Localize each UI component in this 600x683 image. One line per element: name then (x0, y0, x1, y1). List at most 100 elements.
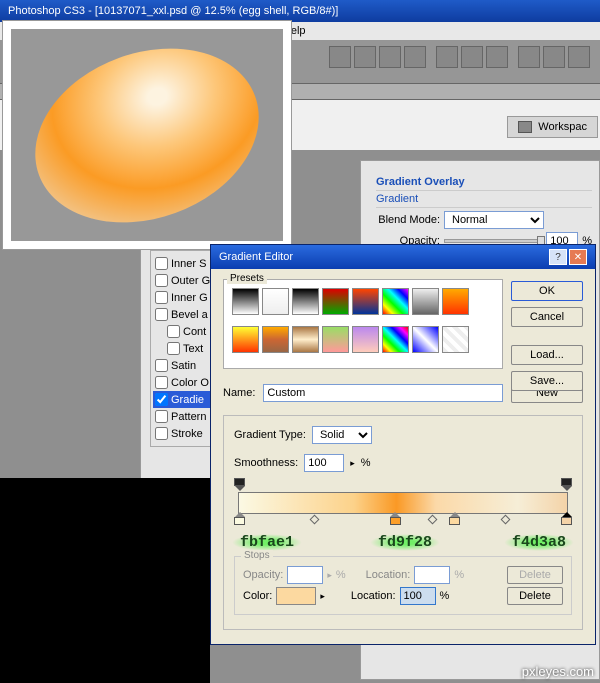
layer-style-checkbox[interactable] (155, 308, 168, 321)
layer-style-label: Text (183, 343, 203, 355)
app-title: Photoshop CS3 - [10137071_xxl.psd @ 12.5… (8, 5, 338, 17)
save-button[interactable]: Save... (511, 371, 583, 391)
layer-style-checkbox[interactable] (155, 410, 168, 423)
color-stop-1[interactable] (234, 512, 245, 525)
toolbar-icon[interactable] (461, 46, 483, 68)
stop-opacity-label: Opacity: (243, 569, 283, 581)
layer-style-label: Gradie (171, 394, 204, 406)
preset-swatch[interactable] (442, 326, 469, 353)
layer-style-label: Satin (171, 360, 196, 372)
stop-location-unit-1: % (454, 569, 464, 581)
presets-box (223, 279, 503, 369)
workspace-icon (518, 121, 532, 133)
preset-swatch[interactable] (322, 326, 349, 353)
layer-style-label: Inner S (171, 258, 206, 270)
smoothness-unit: % (361, 457, 371, 469)
smoothness-label: Smoothness: (234, 457, 298, 469)
blend-mode-label: Blend Mode: (376, 214, 440, 226)
preset-swatch[interactable] (352, 326, 379, 353)
preset-swatch[interactable] (412, 288, 439, 315)
gradient-type-select[interactable]: Solid (312, 426, 372, 444)
layer-style-label: Stroke (171, 428, 203, 440)
toolbar-icon[interactable] (404, 46, 426, 68)
toolbar-icon[interactable] (518, 46, 540, 68)
preset-swatch[interactable] (382, 288, 409, 315)
stop-location-unit-2: % (440, 590, 450, 602)
gradient-subtitle: Gradient (376, 193, 592, 208)
layer-style-checkbox[interactable] (155, 359, 168, 372)
layer-style-checkbox[interactable] (167, 342, 180, 355)
layer-style-label: Color O (171, 377, 209, 389)
preset-swatch[interactable] (262, 326, 289, 353)
layer-style-checkbox[interactable] (155, 274, 168, 287)
layer-style-label: Cont (183, 326, 206, 338)
help-button[interactable]: ? (549, 249, 567, 265)
layer-style-checkbox[interactable] (155, 376, 168, 389)
stop-location-label-1: Location: (366, 569, 411, 581)
stop-opacity-unit: % (336, 569, 346, 581)
layer-style-label: Inner G (171, 292, 208, 304)
preset-swatch[interactable] (232, 326, 259, 353)
preset-swatch[interactable] (352, 288, 379, 315)
color-stop-2[interactable] (390, 512, 401, 525)
workspace-button[interactable]: Workspac (507, 116, 598, 138)
opacity-stop-right[interactable] (561, 478, 572, 491)
toolbar-icon[interactable] (543, 46, 565, 68)
hex-label-2: fd9f28 (370, 534, 440, 551)
close-button[interactable]: ✕ (569, 249, 587, 265)
toolbar-icon[interactable] (568, 46, 590, 68)
stop-location-input-2[interactable] (400, 587, 436, 605)
layer-style-checkbox[interactable] (155, 257, 168, 270)
name-input[interactable] (263, 384, 503, 402)
load-button[interactable]: Load... (511, 345, 583, 365)
toolbar-icon[interactable] (379, 46, 401, 68)
preset-swatch[interactable] (232, 288, 259, 315)
preset-swatch[interactable] (322, 288, 349, 315)
color-stop-3[interactable] (449, 512, 460, 525)
gradient-overlay-panel: Gradient Overlay Gradient Blend Mode: No… (370, 170, 598, 245)
preset-swatch[interactable] (442, 288, 469, 315)
stop-color-label: Color: (243, 590, 272, 602)
dialog-title: Gradient Editor (219, 251, 293, 263)
stop-location-input-1 (414, 566, 450, 584)
name-label: Name: (223, 387, 255, 399)
stop-location-label-2: Location: (351, 590, 396, 602)
layer-style-checkbox[interactable] (167, 325, 180, 338)
preset-swatch[interactable] (292, 326, 319, 353)
stops-title: Stops (241, 550, 273, 561)
opacity-stop-left[interactable] (234, 478, 245, 491)
delete-color-stop[interactable]: Delete (507, 587, 563, 605)
workspace-label: Workspac (538, 121, 587, 133)
gradient-type-label: Gradient Type: (234, 429, 306, 441)
layer-style-label: Pattern (171, 411, 206, 423)
toolbar-icon[interactable] (486, 46, 508, 68)
midpoint-3[interactable] (501, 515, 511, 525)
midpoint-2[interactable] (428, 515, 438, 525)
egg-shape (11, 18, 284, 252)
layer-style-checkbox[interactable] (155, 291, 168, 304)
layer-style-label: Outer G (171, 275, 210, 287)
color-stop-4[interactable] (561, 512, 572, 525)
preset-swatch[interactable] (262, 288, 289, 315)
layer-style-checkbox[interactable] (155, 427, 168, 440)
preset-swatch[interactable] (292, 288, 319, 315)
blend-mode-select[interactable]: Normal (444, 211, 544, 229)
midpoint-1[interactable] (309, 515, 319, 525)
hex-label-1: fbfae1 (232, 534, 302, 551)
preset-swatch[interactable] (412, 326, 439, 353)
stop-opacity-input (287, 566, 323, 584)
toolbar-icon[interactable] (436, 46, 458, 68)
watermark: pxleyes.com (522, 664, 594, 679)
gradient-bar[interactable] (238, 492, 568, 514)
toolbar-icon[interactable] (354, 46, 376, 68)
toolbar-icon[interactable] (329, 46, 351, 68)
layer-style-label: Bevel a (171, 309, 208, 321)
gradient-editor-dialog: Gradient Editor ? ✕ Presets OK Cancel Lo… (210, 244, 596, 645)
ok-button[interactable]: OK (511, 281, 583, 301)
preset-swatch[interactable] (382, 326, 409, 353)
cancel-button[interactable]: Cancel (511, 307, 583, 327)
smoothness-input[interactable] (304, 454, 344, 472)
layer-style-checkbox[interactable] (155, 393, 168, 406)
presets-label: Presets (227, 273, 267, 284)
color-well[interactable] (276, 587, 316, 605)
